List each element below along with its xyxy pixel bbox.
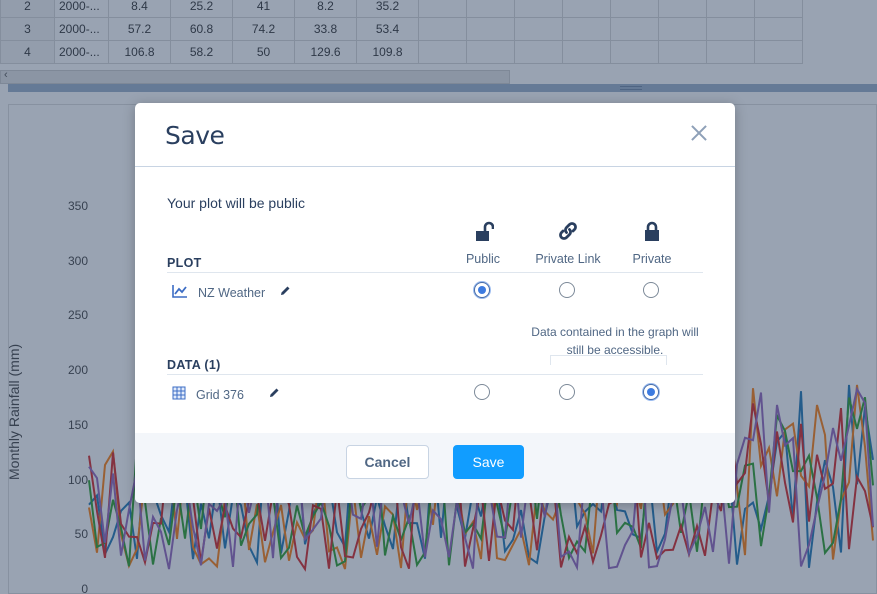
- cancel-button[interactable]: Cancel: [346, 445, 429, 479]
- data-item: Grid 376: [172, 386, 280, 403]
- note-bracket: [550, 355, 667, 365]
- line-chart-icon: [172, 284, 188, 301]
- column-private-link-label: Private Link: [535, 252, 601, 266]
- data-grid-name: Grid 376: [196, 387, 244, 402]
- plot-name: NZ Weather: [198, 285, 266, 300]
- lock-icon: [607, 216, 697, 242]
- dialog-footer: Cancel Save: [135, 433, 735, 503]
- plot-private-link-radio[interactable]: [559, 282, 575, 298]
- dialog-title: Save: [165, 121, 225, 150]
- column-private-label: Private: [632, 252, 672, 266]
- column-private-link: Private Link: [523, 216, 613, 266]
- unlock-icon: [438, 216, 528, 242]
- dialog-header: Save: [135, 103, 735, 167]
- data-section-label: DATA (1): [167, 358, 221, 372]
- data-accessibility-note: Data contained in the graph will still b…: [531, 325, 699, 357]
- plot-public-radio[interactable]: [474, 282, 490, 298]
- plot-divider: [167, 272, 703, 273]
- dialog-body: Your plot will be public Public Private …: [135, 168, 735, 433]
- close-icon[interactable]: [689, 123, 709, 143]
- data-private-radio[interactable]: [643, 384, 659, 400]
- edit-grid-name-icon[interactable]: [268, 387, 280, 402]
- data-public-radio[interactable]: [474, 384, 490, 400]
- column-private: Private: [607, 216, 697, 266]
- data-private-link-radio[interactable]: [559, 384, 575, 400]
- plot-private-radio[interactable]: [643, 282, 659, 298]
- column-public: Public: [438, 216, 528, 266]
- grid-icon: [172, 386, 186, 403]
- save-button[interactable]: Save: [453, 445, 524, 479]
- edit-plot-name-icon[interactable]: [279, 285, 291, 300]
- visibility-notice: Your plot will be public: [167, 195, 306, 211]
- data-divider: [167, 374, 703, 375]
- link-icon: [523, 216, 613, 242]
- save-dialog: Save Your plot will be public Public Pri…: [135, 103, 735, 503]
- plot-section-label: PLOT: [167, 256, 202, 270]
- plot-item: NZ Weather: [172, 284, 291, 301]
- column-public-label: Public: [465, 252, 501, 266]
